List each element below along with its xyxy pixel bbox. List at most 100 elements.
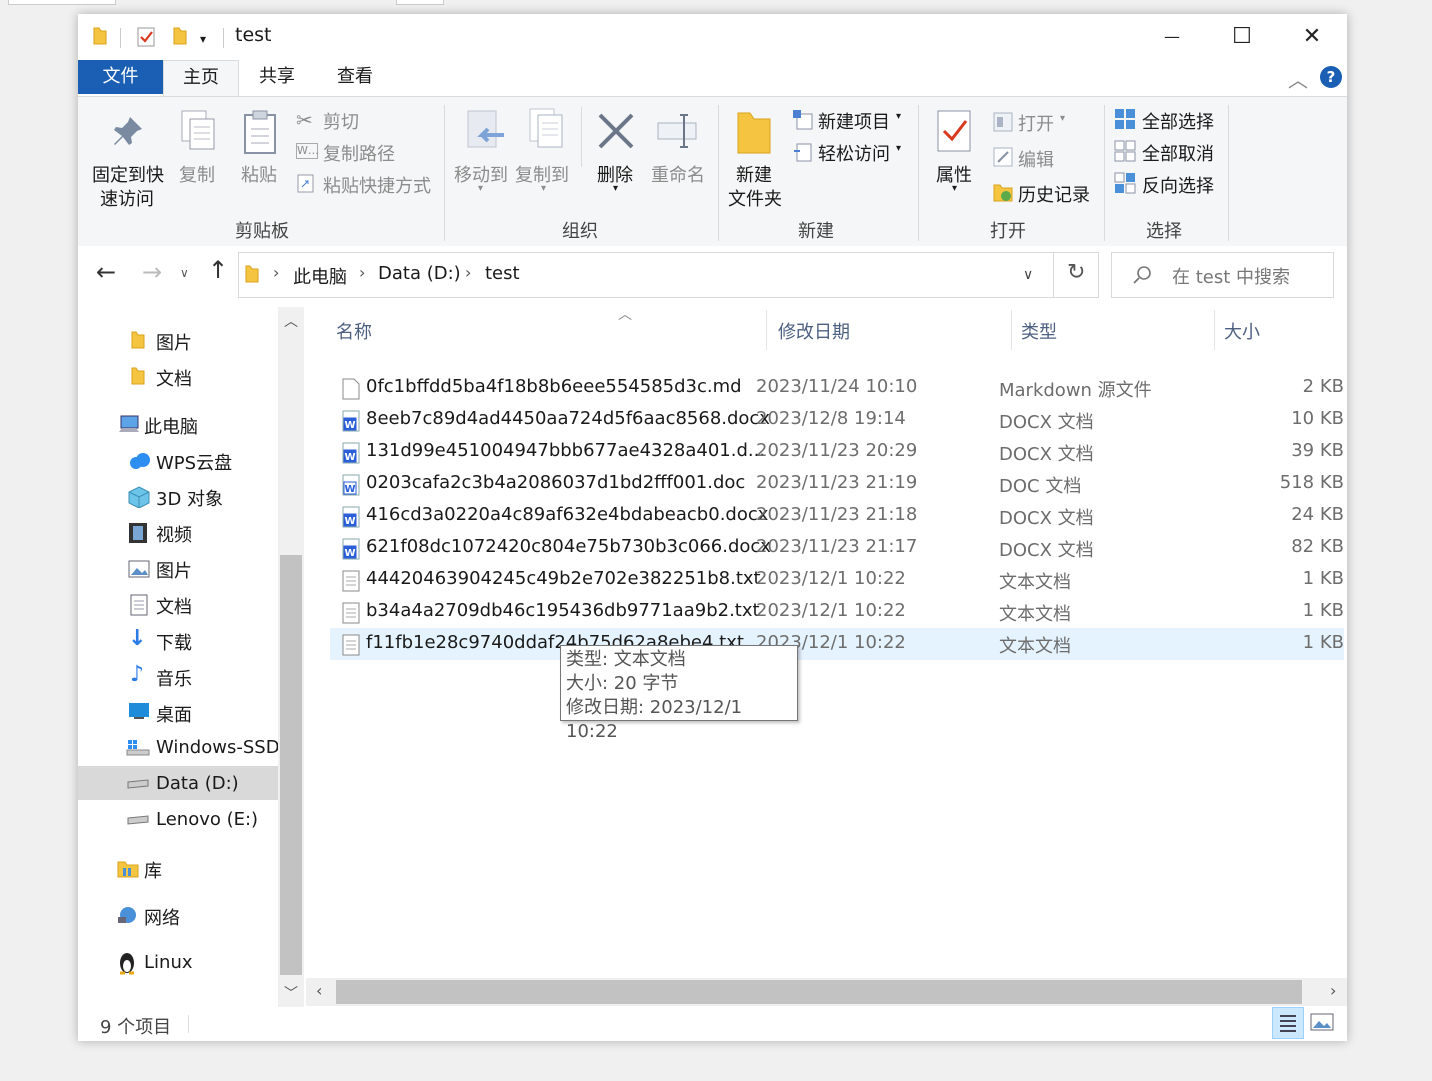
tab-view[interactable]: 查看	[322, 60, 388, 96]
file-row[interactable]: b34a4a2709db46c195436db9771aa9b2.txt 2023…	[330, 596, 1344, 628]
file-type: 文本文档	[999, 636, 1071, 657]
file-row[interactable]: W 621f08dc1072420c804e75b730b3c066.docx 20…	[330, 532, 1344, 564]
back-arrow-icon[interactable]: ←	[96, 258, 116, 286]
new-folder-button[interactable]: 新建	[736, 161, 772, 187]
qa-dropdown-icon[interactable]: ▾	[200, 32, 206, 46]
desktop-icon	[129, 703, 149, 719]
new-item-button[interactable]: 新建项目	[818, 108, 890, 134]
edit-icon	[993, 147, 1013, 167]
column-header-size[interactable]: 大小	[1224, 318, 1260, 344]
paste-shortcut-button[interactable]: 粘贴快捷方式	[323, 172, 431, 198]
breadcrumb-data-d[interactable]: Data (D:)	[378, 263, 461, 284]
file-row[interactable]: 44420463904245c49b2e702e382251b8.txt 2023…	[330, 564, 1344, 596]
select-all-button[interactable]: 全部选择	[1142, 108, 1214, 134]
nav-lenovo-e[interactable]: Lenovo (E:)	[156, 809, 258, 830]
large-icons-view-icon[interactable]	[1310, 1013, 1334, 1033]
ribbon-tabs: 文件 主页 共享 查看 ︿ ?	[78, 60, 1347, 97]
text-file-icon	[342, 602, 360, 628]
file-name: b34a4a2709db46c195436db9771aa9b2.txt	[366, 600, 760, 621]
address-bar[interactable]: › 此电脑 › Data (D:) › test ∨ ↻	[238, 252, 1099, 298]
status-bar: 9 个项目	[78, 1007, 1347, 1041]
maximize-button[interactable]: ☐	[1207, 14, 1277, 60]
edit-button[interactable]: 编辑	[1018, 146, 1054, 172]
navigation-scrollbar[interactable]: ︿ ﹀	[278, 307, 304, 1007]
nav-wps-cloud[interactable]: WPS云盘	[156, 449, 232, 475]
copy-button[interactable]: 复制	[179, 161, 215, 187]
horizontal-scrollbar[interactable]: ‹ ›	[306, 978, 1347, 1006]
scroll-right-icon[interactable]: ›	[1330, 981, 1336, 1000]
clipboard-group-label: 剪贴板	[235, 221, 289, 242]
easy-access-button[interactable]: 轻松访问	[818, 140, 890, 166]
file-type: DOCX 文档	[999, 540, 1094, 561]
address-history-chevron-icon[interactable]: ∨	[1023, 267, 1033, 283]
new-folder-icon[interactable]	[172, 26, 188, 46]
pin-quick-access-button[interactable]: 固定到快	[92, 161, 164, 187]
scroll-left-icon[interactable]: ‹	[316, 981, 322, 1000]
up-arrow-icon[interactable]: ↑	[208, 256, 228, 284]
rename-button[interactable]: 重命名	[651, 161, 705, 187]
search-input-placeholder[interactable]: 在 test 中搜索	[1172, 263, 1290, 289]
nav-windows-ssd[interactable]: Windows-SSD	[156, 737, 280, 758]
svg-text:W: W	[344, 420, 355, 431]
open-button[interactable]: 打开	[1018, 110, 1054, 136]
item-count: 9 个项目	[100, 1017, 172, 1038]
column-header-type[interactable]: 类型	[1021, 318, 1057, 344]
file-row[interactable]: W 416cd3a0220a4c89af632e4bdabeacb0.docx 20…	[330, 500, 1344, 532]
cut-button[interactable]: 剪切	[323, 108, 359, 134]
column-divider	[766, 310, 767, 350]
breadcrumb-this-pc[interactable]: 此电脑	[293, 263, 347, 289]
details-view-icon[interactable]	[1272, 1007, 1304, 1039]
collapse-ribbon-icon[interactable]: ︿	[1288, 64, 1308, 93]
easy-access-dropdown-icon: ▾	[896, 143, 902, 154]
close-button[interactable]: ✕	[1277, 14, 1347, 60]
nav-quick-documents[interactable]: 文档	[156, 365, 192, 391]
history-button[interactable]: 历史记录	[1018, 181, 1090, 207]
nav-documents[interactable]: 文档	[156, 593, 192, 619]
nav-quick-pictures[interactable]: 图片	[156, 329, 192, 355]
copy-path-button[interactable]: 复制路径	[323, 140, 395, 166]
file-row[interactable]: W 0203cafa2c3b4a2086037d1bd2fff001.doc 202…	[330, 468, 1344, 500]
recent-locations-chevron-icon[interactable]: ∨	[180, 266, 189, 280]
paste-button[interactable]: 粘贴	[241, 161, 277, 187]
nav-desktop[interactable]: 桌面	[156, 701, 192, 727]
invert-selection-button[interactable]: 反向选择	[1142, 172, 1214, 198]
column-header-name[interactable]: 名称	[336, 318, 372, 344]
scroll-down-icon[interactable]: ﹀	[284, 983, 298, 1003]
scroll-up-icon[interactable]: ︿	[284, 311, 298, 331]
help-icon[interactable]: ?	[1320, 66, 1342, 88]
properties-check-icon[interactable]	[136, 26, 156, 48]
nav-library[interactable]: 库	[144, 857, 162, 883]
forward-arrow-icon[interactable]: →	[142, 258, 162, 286]
breadcrumb-separator-icon[interactable]: ›	[465, 263, 471, 282]
nav-this-pc[interactable]: 此电脑	[144, 413, 198, 439]
file-row[interactable]: W 8eeb7c89d4ad4450aa724d5f6aac8568.docx 20…	[330, 404, 1344, 436]
nav-3d-objects[interactable]: 3D 对象	[156, 485, 223, 511]
tab-home[interactable]: 主页	[163, 60, 239, 97]
properties-dropdown-icon: ▾	[952, 183, 958, 194]
file-name: 8eeb7c89d4ad4450aa724d5f6aac8568.docx	[366, 408, 770, 429]
select-none-button[interactable]: 全部取消	[1142, 140, 1214, 166]
tab-file[interactable]: 文件	[78, 60, 163, 94]
file-row[interactable]: f11fb1e28c9740ddaf24b75d62a8ebe4.txt 2023…	[330, 628, 1344, 660]
nav-music[interactable]: 音乐	[156, 665, 192, 691]
h-scroll-thumb[interactable]	[336, 980, 1302, 1004]
nav-network[interactable]: 网络	[144, 904, 180, 930]
nav-pictures[interactable]: 图片	[156, 557, 192, 583]
nav-videos[interactable]: 视频	[156, 521, 192, 547]
breadcrumb-separator-icon[interactable]: ›	[273, 263, 279, 282]
windows-drive-icon	[126, 740, 150, 756]
column-header-date[interactable]: 修改日期	[778, 318, 850, 344]
refresh-icon[interactable]: ↻	[1067, 260, 1085, 285]
search-box[interactable]: 在 test 中搜索	[1111, 252, 1334, 298]
tab-share[interactable]: 共享	[244, 60, 310, 96]
minimize-button[interactable]: —	[1137, 14, 1207, 60]
word-document-icon: W	[342, 506, 360, 532]
file-row[interactable]: W 131d99e451004947bbb677ae4328a401.d... 20…	[330, 436, 1344, 468]
file-row[interactable]: 0fc1bffdd5ba4f18b8b6eee554585d3c.md 2023/…	[330, 372, 1344, 404]
breadcrumb-separator-icon[interactable]: ›	[359, 263, 365, 282]
nav-data-d[interactable]: Data (D:)	[156, 773, 239, 794]
scroll-thumb[interactable]	[280, 555, 302, 975]
nav-downloads[interactable]: 下载	[156, 629, 192, 655]
breadcrumb-test[interactable]: test	[485, 263, 520, 284]
nav-linux[interactable]: Linux	[144, 952, 193, 973]
